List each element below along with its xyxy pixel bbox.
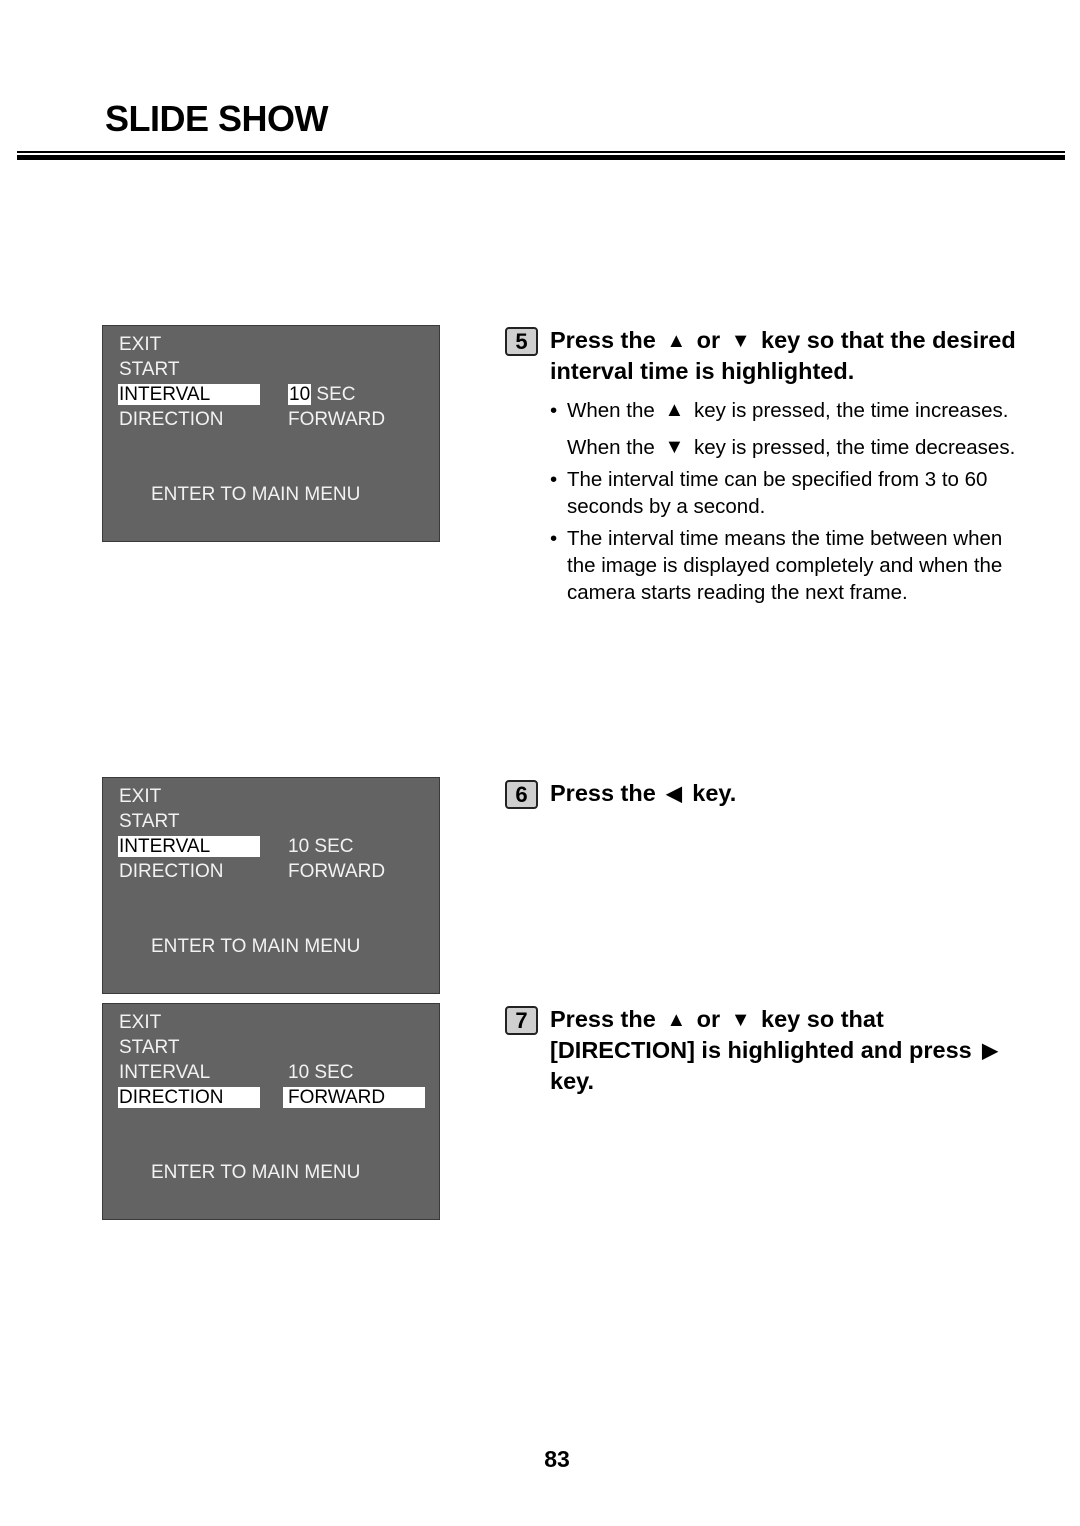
highlighted-label: DIRECTION [118, 1087, 260, 1108]
down-arrow-icon: ▼ [730, 330, 751, 352]
title-rule-thick [17, 155, 1065, 160]
title-rule-thin [17, 151, 1065, 153]
interval-value: 10 SEC [288, 1062, 354, 1083]
up-arrow-icon: ▲ [666, 1009, 687, 1031]
direction-value: FORWARD [288, 861, 386, 882]
bullet-icon: • [550, 468, 558, 491]
up-arrow-icon: ▲ [666, 330, 687, 352]
highlighted-value: 10 [288, 384, 312, 405]
interval-value: 10 SEC [288, 836, 354, 857]
step-heading: Press the ▲ or ▼ key so that the desired… [550, 327, 1016, 384]
osd-screen-direction-selected: EXIT START INTERVAL 10 SEC DIRECTION FOR… [102, 1003, 440, 1220]
step-heading: Press the ▲ or ▼ key so that [DIRECTION]… [550, 1006, 998, 1094]
bullet-icon: • [550, 527, 558, 550]
down-arrow-icon: ▼ [730, 1009, 751, 1031]
page-title: SLIDE SHOW [105, 98, 329, 139]
right-arrow-icon: ▶ [982, 1040, 998, 1062]
osd-screen-interval-selected: EXIT START INTERVAL 10 SEC DIRECTION FOR… [102, 777, 440, 994]
down-arrow-icon: ▼ [664, 436, 685, 458]
step-notes: • When the ▲ key is pressed, the time in… [550, 397, 1020, 611]
osd-screen-interval-value: EXIT START INTERVAL 10 SEC DIRECTION FOR… [102, 325, 440, 542]
page-number: 83 [544, 1446, 570, 1472]
note-item: • The interval time can be specified fro… [550, 468, 988, 518]
highlighted-label: INTERVAL [118, 384, 260, 405]
highlighted-label: INTERVAL [118, 836, 260, 857]
up-arrow-icon: ▲ [664, 399, 685, 421]
menu-footer: ENTER TO MAIN MENU [151, 1162, 361, 1183]
menu-footer: ENTER TO MAIN MENU [151, 936, 361, 957]
step-heading: Press the ◀ key. [550, 778, 1020, 809]
step-number-badge: 5 [505, 327, 538, 356]
interval-value: 10 SEC [288, 384, 356, 405]
note-continuation: When the ▼ key is pressed, the time decr… [567, 436, 1016, 459]
menu-footer: ENTER TO MAIN MENU [151, 484, 361, 505]
note-item: • The interval time means the time betwe… [550, 527, 1003, 604]
bullet-icon: • [550, 399, 558, 422]
left-arrow-icon: ◀ [666, 783, 682, 805]
step-number-badge: 6 [505, 780, 538, 809]
highlighted-value: FORWARD [283, 1087, 425, 1108]
note-item: • When the ▲ key is pressed, the time in… [550, 399, 1009, 422]
step-number-badge: 7 [505, 1006, 538, 1035]
direction-value: FORWARD [288, 409, 386, 430]
